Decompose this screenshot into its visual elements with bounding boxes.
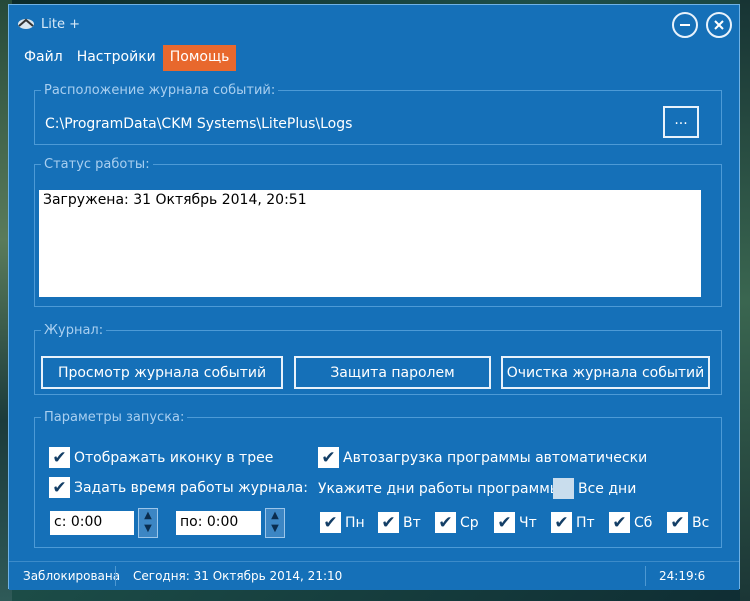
minimize-button[interactable] (672, 12, 698, 38)
startup-group: Параметры запуска: ✔ Отображать иконку в… (34, 410, 722, 548)
menu-bar: Файл Настройки Помощь (17, 45, 237, 71)
time-from-spinner[interactable]: ▲ ▼ (138, 508, 158, 538)
title-bar[interactable]: Lite + (9, 5, 739, 43)
checkbox-check-icon: ✔ (320, 512, 341, 533)
journal-legend: Журнал: (44, 323, 104, 338)
minimize-icon (680, 24, 690, 26)
lock-state-text: Заблокирована (23, 569, 121, 583)
log-location-group: Расположение журнала событий: C:\Program… (34, 83, 722, 145)
day-checkbox-mon[interactable]: ✔ Пн (320, 512, 365, 533)
time-to-spinner[interactable]: ▲ ▼ (265, 508, 285, 538)
checkbox-empty-icon: ✔ (553, 478, 574, 499)
autostart-checkbox[interactable]: ✔ Автозагрузка программы автоматически (318, 447, 647, 468)
day-label: Вс (692, 514, 710, 531)
days-label: Укажите дни работы программы: (318, 481, 566, 497)
autostart-label: Автозагрузка программы автоматически (343, 449, 648, 466)
day-checkbox-wed[interactable]: ✔ Ср (435, 512, 479, 533)
day-label: Ср (460, 514, 479, 531)
startup-legend: Параметры запуска: (44, 410, 185, 425)
work-status-group: Статус работы: Загружена: 31 Октябрь 201… (34, 157, 722, 307)
journal-group: Журнал: Просмотр журнала событий Защита … (34, 323, 722, 395)
checkbox-check-icon: ✔ (551, 512, 572, 533)
arrow-up-icon: ▲ (271, 510, 279, 521)
tray-icon-label: Отображать иконку в трее (74, 449, 274, 466)
menu-help[interactable]: Помощь (162, 45, 237, 71)
arrow-up-icon: ▲ (144, 510, 152, 521)
day-label: Вт (403, 514, 421, 531)
app-logo-icon (18, 18, 34, 29)
status-bar: Заблокирована Сегодня: 31 Октябрь 2014, … (9, 561, 739, 590)
checkbox-check-icon: ✔ (609, 512, 630, 533)
all-days-checkbox[interactable]: ✔ Все дни (553, 478, 636, 499)
work-status-legend: Статус работы: (44, 157, 150, 172)
time-to-input[interactable]: по: 0:00 (176, 511, 261, 535)
status-text-box[interactable]: Загружена: 31 Октябрь 2014, 20:51 (39, 190, 701, 297)
day-label: Чт (519, 514, 537, 531)
checkbox-check-icon: ✔ (49, 477, 70, 498)
menu-file[interactable]: Файл (17, 45, 70, 71)
clock-text: 24:19:6 (659, 569, 706, 583)
view-log-button[interactable]: Просмотр журнала событий (41, 356, 283, 389)
day-label: Пн (345, 514, 365, 531)
all-days-label: Все дни (578, 480, 637, 497)
day-label: Пт (576, 514, 595, 531)
log-location-legend: Расположение журнала событий: (44, 83, 276, 98)
day-checkbox-sun[interactable]: ✔ Вс (667, 512, 709, 533)
day-checkbox-thu[interactable]: ✔ Чт (494, 512, 537, 533)
tray-icon-checkbox[interactable]: ✔ Отображать иконку в трее (49, 447, 273, 468)
app-window: Lite + Файл Настройки Помощь Расположени… (8, 4, 740, 590)
clear-log-button[interactable]: Очистка журнала событий (501, 356, 710, 389)
day-checkbox-sat[interactable]: ✔ Сб (609, 512, 652, 533)
checkbox-check-icon: ✔ (667, 512, 688, 533)
status-separator (645, 566, 646, 586)
day-checkbox-fri[interactable]: ✔ Пт (551, 512, 595, 533)
checkbox-check-icon: ✔ (49, 447, 70, 468)
log-path-text: C:\ProgramData\CKM Systems\LitePlus\Logs (45, 116, 353, 132)
menu-settings[interactable]: Настройки (70, 45, 163, 71)
checkbox-check-icon: ✔ (494, 512, 515, 533)
today-date-text: Сегодня: 31 Октябрь 2014, 21:10 (133, 569, 343, 583)
set-time-checkbox[interactable]: ✔ Задать время работы журнала: (49, 477, 308, 498)
desktop-background-right (740, 0, 750, 601)
close-icon (714, 20, 724, 30)
browse-button[interactable]: ... (663, 106, 699, 138)
status-separator (115, 566, 116, 586)
time-from-input[interactable]: с: 0:00 (50, 511, 134, 535)
close-button[interactable] (706, 12, 732, 38)
window-title: Lite + (41, 17, 80, 32)
checkbox-check-icon: ✔ (435, 512, 456, 533)
password-protection-button[interactable]: Защита паролем (294, 356, 491, 389)
arrow-down-icon: ▼ (144, 523, 152, 534)
checkbox-check-icon: ✔ (378, 512, 399, 533)
day-label: Сб (634, 514, 653, 531)
set-time-label: Задать время работы журнала: (74, 479, 308, 496)
checkbox-check-icon: ✔ (318, 447, 339, 468)
arrow-down-icon: ▼ (271, 523, 279, 534)
day-checkbox-tue[interactable]: ✔ Вт (378, 512, 421, 533)
